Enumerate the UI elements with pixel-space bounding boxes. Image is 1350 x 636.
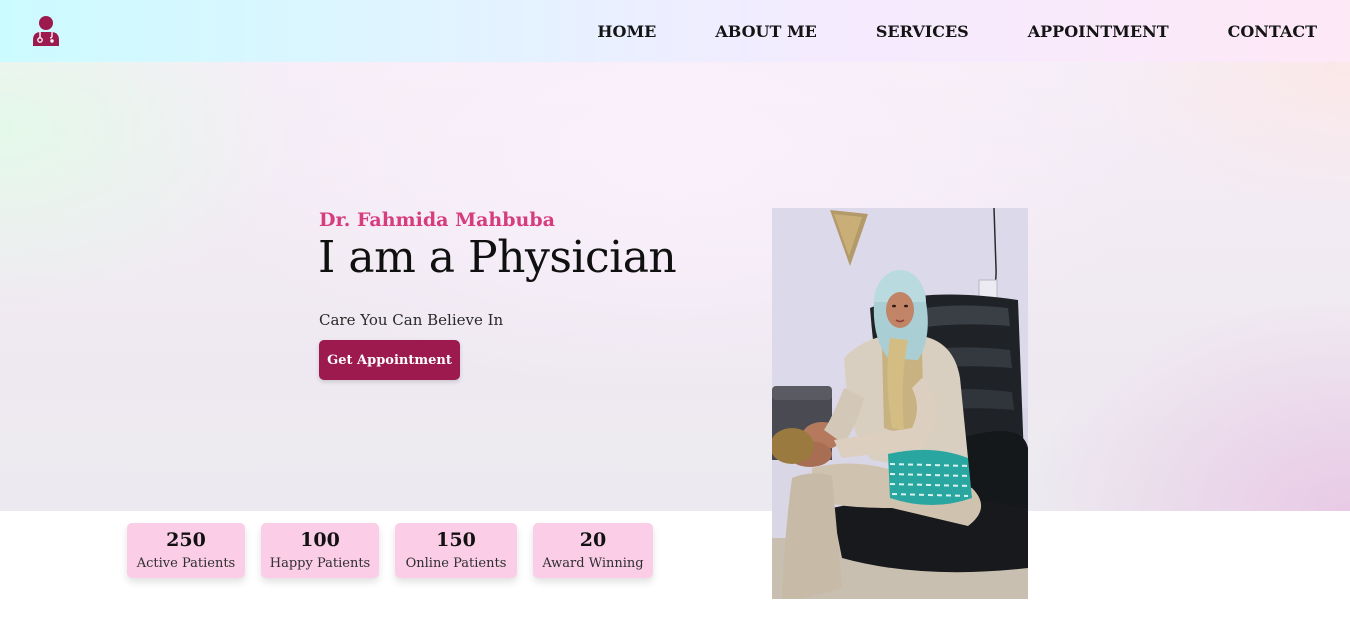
doctor-name: Dr. Fahmida Mahbuba: [319, 209, 555, 231]
main-nav: HOME ABOUT ME SERVICES APPOINTMENT CONTA…: [597, 0, 1317, 62]
stat-value: 20: [579, 529, 607, 551]
stat-card-happy-patients: 100 Happy Patients: [261, 523, 379, 578]
get-appointment-button[interactable]: Get Appointment: [319, 340, 460, 380]
navbar: HOME ABOUT ME SERVICES APPOINTMENT CONTA…: [0, 0, 1350, 62]
hero-section: [0, 62, 1350, 511]
nav-about-me[interactable]: ABOUT ME: [715, 22, 817, 41]
hero-headline: I am a Physician: [318, 232, 677, 283]
nav-services[interactable]: SERVICES: [876, 22, 969, 41]
stat-value: 150: [436, 529, 476, 551]
nav-appointment[interactable]: APPOINTMENT: [1028, 22, 1169, 41]
doctor-icon[interactable]: [32, 16, 60, 46]
doctor-photo: [772, 208, 1028, 599]
stat-value: 100: [300, 529, 340, 551]
stat-card-online-patients: 150 Online Patients: [395, 523, 517, 578]
stat-label: Online Patients: [405, 556, 507, 571]
stat-label: Happy Patients: [269, 556, 371, 571]
nav-contact[interactable]: CONTACT: [1228, 22, 1317, 41]
nav-home[interactable]: HOME: [597, 22, 656, 41]
stat-label: Award Winning: [542, 556, 644, 571]
stat-label: Active Patients: [136, 556, 236, 571]
stat-value: 250: [166, 529, 206, 551]
stat-card-award-winning: 20 Award Winning: [533, 523, 653, 578]
stat-card-active-patients: 250 Active Patients: [127, 523, 245, 578]
hero-tagline: Care You Can Believe In: [319, 311, 504, 329]
